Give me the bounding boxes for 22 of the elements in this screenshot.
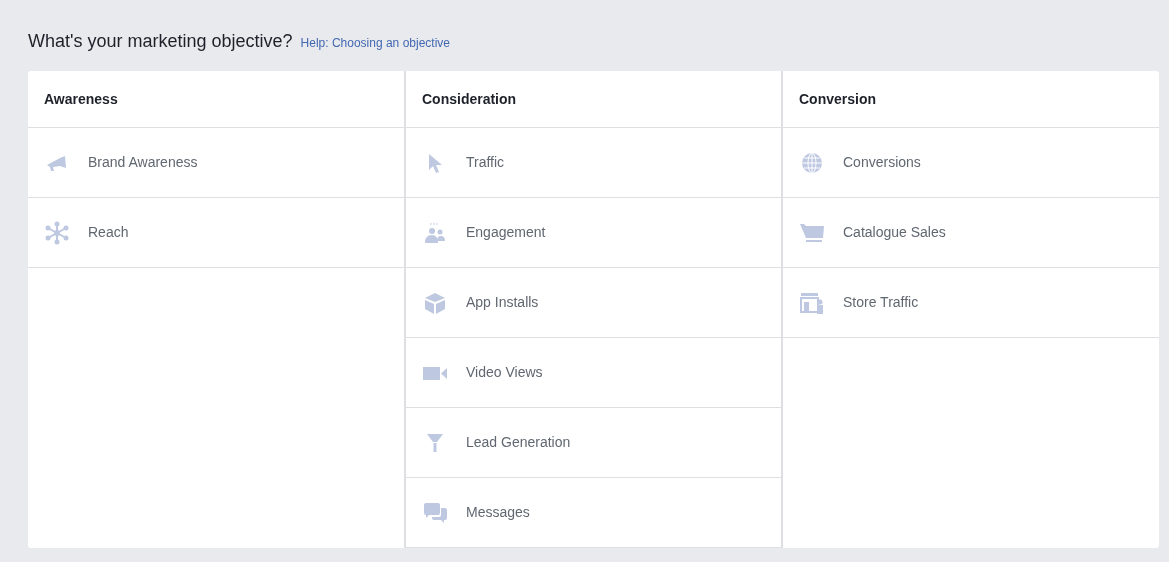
- objective-option[interactable]: Messages: [406, 478, 781, 548]
- network-icon: [44, 220, 70, 245]
- help-link[interactable]: Help: Choosing an objective: [300, 34, 450, 52]
- objective-option[interactable]: Brand Awareness: [28, 128, 404, 198]
- column-heading: Consideration: [406, 71, 781, 128]
- storefront-icon: [799, 290, 825, 315]
- objective-option[interactable]: Traffic: [406, 128, 781, 198]
- objective-option[interactable]: Engagement: [406, 198, 781, 268]
- objective-option[interactable]: Reach: [28, 198, 404, 268]
- page-title: What's your marketing objective?: [28, 30, 293, 53]
- objective-option[interactable]: Video Views: [406, 338, 781, 408]
- people-icon: [422, 220, 448, 245]
- chat-bubbles-icon: [422, 500, 448, 525]
- column-heading: Conversion: [783, 71, 1159, 128]
- cube-icon: [422, 290, 448, 315]
- objective-option[interactable]: Catalogue Sales: [783, 198, 1159, 268]
- column-heading: Awareness: [28, 71, 404, 128]
- objective-option[interactable]: Lead Generation: [406, 408, 781, 478]
- objective-option[interactable]: App Installs: [406, 268, 781, 338]
- globe-icon: [799, 150, 825, 175]
- objective-option[interactable]: Conversions: [783, 128, 1159, 198]
- objective-option[interactable]: Store Traffic: [783, 268, 1159, 338]
